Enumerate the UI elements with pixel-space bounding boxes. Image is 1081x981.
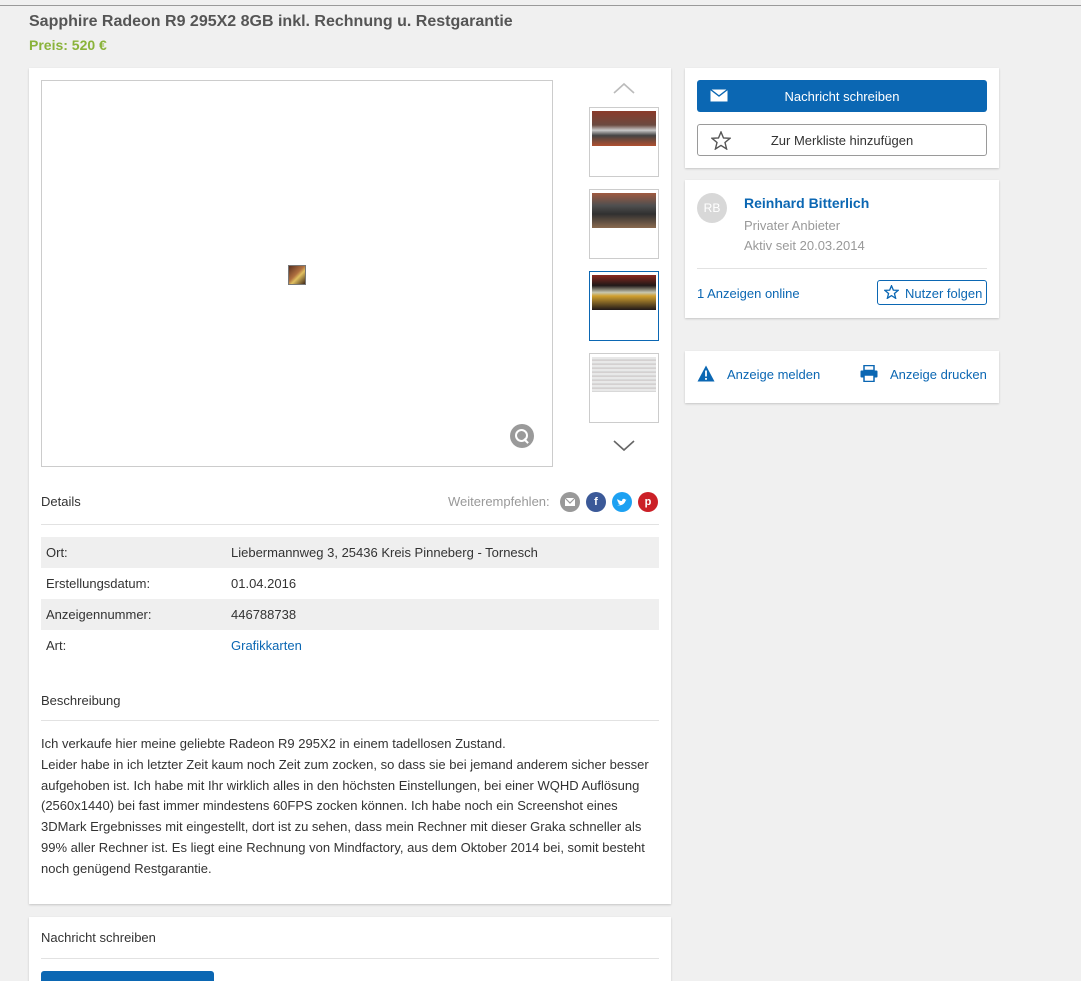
table-row: Art: Grafikkarten: [41, 630, 659, 661]
detail-key-created: Erstellungsdatum:: [46, 576, 151, 591]
description-line: Ich verkaufe hier meine geliebte Radeon …: [41, 736, 506, 751]
chevron-down-icon[interactable]: [613, 440, 635, 452]
share-label: Weiterempfehlen:: [448, 494, 550, 509]
follow-user-button[interactable]: Nutzer folgen: [877, 280, 987, 305]
table-row: Anzeigennummer: 446788738: [41, 599, 659, 630]
detail-value-created: 01.04.2016: [231, 576, 297, 591]
contact-divider: [41, 958, 659, 959]
thumbnail-image: [592, 357, 656, 392]
main-image-viewer[interactable]: [41, 80, 553, 467]
description-divider: [41, 720, 659, 721]
contact-heading: Nachricht schreiben: [41, 930, 156, 945]
detail-key-category: Art:: [46, 638, 67, 653]
detail-value-ad-number: 446788738: [231, 607, 297, 622]
avatar: RB: [697, 193, 727, 223]
details-heading: Details: [41, 494, 81, 509]
twitter-icon[interactable]: [612, 492, 632, 512]
print-ad-label: Anzeige drucken: [890, 367, 987, 382]
report-ad-label: Anzeige melden: [727, 367, 821, 382]
thumbnail-image: [592, 111, 656, 146]
thumbnail-3[interactable]: [589, 271, 659, 341]
listing-price: Preis: 520 €: [29, 37, 107, 53]
report-card: Anzeige melden Anzeige drucken: [685, 351, 999, 403]
message-button[interactable]: Nachricht schreiben: [697, 80, 987, 112]
thumbnail-4[interactable]: [589, 353, 659, 423]
chevron-up-icon[interactable]: [613, 82, 635, 94]
thumbnail-image: [592, 193, 656, 228]
seller-active-since: Aktiv seit 20.03.2014: [744, 238, 865, 253]
category-link[interactable]: Grafikkarten: [231, 638, 302, 653]
seller-type: Privater Anbieter: [744, 218, 841, 233]
message-button-label: Nachricht schreiben: [784, 89, 900, 104]
description-line: Leider habe in ich letzter Zeit kaum noc…: [41, 756, 649, 876]
contact-card: Nachricht schreiben: [29, 917, 671, 981]
facebook-icon[interactable]: f: [586, 492, 606, 512]
magnifier-icon[interactable]: [510, 424, 534, 448]
table-row: Erstellungsdatum: 01.04.2016: [41, 568, 659, 599]
description-heading: Beschreibung: [41, 693, 121, 708]
printer-icon: [860, 364, 878, 385]
seller-card: RB Reinhard Bitterlich Privater Anbieter…: [685, 180, 999, 318]
detail-key-ad-number: Anzeigennummer:: [46, 607, 152, 622]
email-icon[interactable]: [560, 492, 580, 512]
seller-divider: [697, 268, 987, 269]
watchlist-button-label: Zur Merkliste hinzufügen: [770, 133, 914, 148]
listing-main-card: Details Weiterempfehlen: f p Ort: Lieber…: [29, 68, 671, 904]
ads-online-link[interactable]: 1 Anzeigen online: [697, 286, 800, 301]
contact-send-button[interactable]: [41, 971, 214, 981]
description-text: Ich verkaufe hier meine geliebte Radeon …: [41, 734, 661, 880]
details-divider: [41, 524, 659, 525]
detail-key-location: Ort:: [46, 545, 68, 560]
follow-user-label: Nutzer folgen: [905, 286, 983, 301]
thumbnail-1[interactable]: [589, 107, 659, 177]
table-row: Ort: Liebermannweg 3, 25436 Kreis Pinneb…: [41, 537, 659, 568]
action-card: Nachricht schreiben Zur Merkliste hinzuf…: [685, 68, 999, 168]
thumbnail-image: [592, 275, 656, 310]
star-icon: [883, 284, 900, 302]
top-divider: [0, 5, 1081, 6]
pinterest-icon[interactable]: p: [638, 492, 658, 512]
main-image[interactable]: [288, 265, 306, 285]
seller-name-link[interactable]: Reinhard Bitterlich: [744, 195, 869, 211]
details-table: Ort: Liebermannweg 3, 25436 Kreis Pinneb…: [41, 537, 659, 661]
thumbnail-2[interactable]: [589, 189, 659, 259]
watchlist-button[interactable]: Zur Merkliste hinzufügen: [697, 124, 987, 156]
detail-value-location: Liebermannweg 3, 25436 Kreis Pinneberg -…: [231, 545, 538, 560]
warning-icon: [697, 365, 715, 385]
listing-title: Sapphire Radeon R9 295X2 8GB inkl. Rechn…: [29, 13, 513, 30]
